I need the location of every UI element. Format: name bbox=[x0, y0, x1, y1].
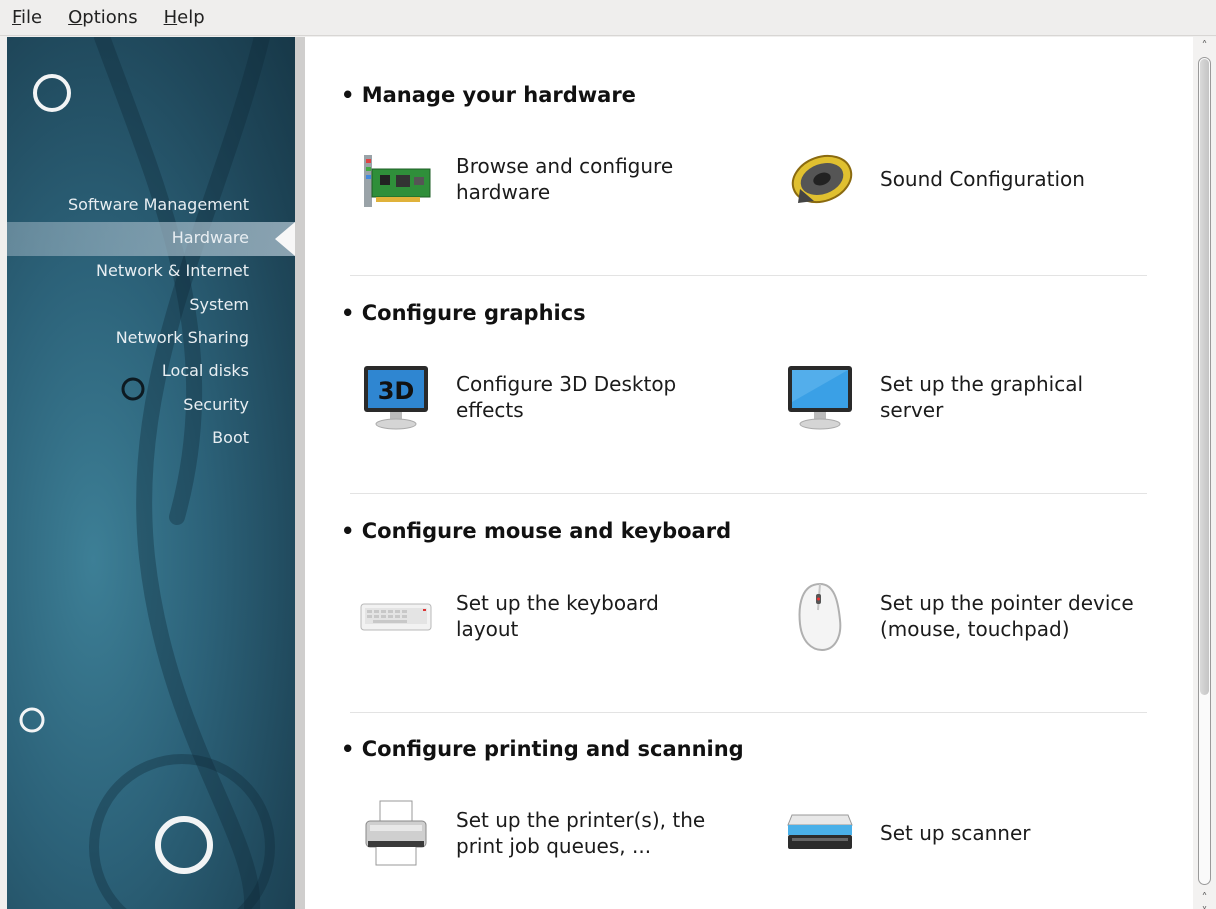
menu-file[interactable]: File bbox=[12, 7, 42, 28]
circle-decoration-icon bbox=[121, 377, 145, 401]
pci-card-icon bbox=[358, 141, 434, 217]
menu-help-label: elp bbox=[177, 7, 205, 28]
section-divider bbox=[350, 275, 1147, 276]
svg-text:3D: 3D bbox=[378, 377, 415, 405]
scanner-setup-label: Set up scanner bbox=[880, 821, 1031, 845]
menu-options-label: ptions bbox=[82, 7, 138, 28]
menu-file-mnemonic: F bbox=[12, 7, 22, 28]
scroll-track[interactable] bbox=[1198, 57, 1211, 885]
printer-setup-label: Set up the printer(s), the print job que… bbox=[456, 808, 706, 858]
scroll-thumb[interactable] bbox=[1200, 59, 1209, 695]
menu-file-label: ile bbox=[21, 7, 43, 28]
main-content: • Manage your hardware Browse and config… bbox=[305, 37, 1193, 909]
sidebar-item-local-disks[interactable]: Local disks bbox=[162, 361, 249, 380]
section-title-text: Configure graphics bbox=[361, 301, 586, 325]
monitor-icon bbox=[782, 359, 858, 435]
sidebar: Software Management Hardware Network & I… bbox=[7, 37, 295, 909]
sidebar-item-boot[interactable]: Boot bbox=[212, 428, 249, 447]
browse-hardware-button[interactable]: Browse and configure hardware bbox=[358, 141, 716, 217]
pointer-device-label: Set up the pointer device (mouse, touchp… bbox=[880, 591, 1134, 641]
sidebar-selection-highlight bbox=[7, 222, 295, 256]
sidebar-item-security[interactable]: Security bbox=[183, 395, 249, 414]
section-title-printing-scanning: • Configure printing and scanning bbox=[341, 737, 744, 761]
keyboard-icon bbox=[358, 578, 434, 654]
section-title-text: Configure mouse and keyboard bbox=[361, 519, 732, 543]
menu-options[interactable]: Options bbox=[68, 7, 137, 28]
circle-decoration-icon bbox=[19, 707, 45, 733]
keyboard-layout-button[interactable]: Set up the keyboard layout bbox=[358, 578, 716, 654]
monitor-3d-icon: 3D bbox=[358, 359, 434, 435]
chevron-down-icon[interactable]: ˄˅ bbox=[1193, 891, 1216, 909]
section-title-text: Manage your hardware bbox=[361, 83, 636, 107]
sidebar-divider bbox=[295, 37, 305, 909]
section-divider bbox=[350, 712, 1147, 713]
keyboard-layout-label: Set up the keyboard layout bbox=[456, 591, 659, 641]
graphical-server-label: Set up the graphical server bbox=[880, 372, 1084, 422]
section-title-text: Configure printing and scanning bbox=[361, 737, 744, 761]
sidebar-item-system[interactable]: System bbox=[189, 295, 249, 314]
circle-decoration-icon bbox=[155, 816, 213, 874]
printer-setup-button[interactable]: Set up the printer(s), the print job que… bbox=[358, 795, 716, 871]
sidebar-item-network-internet[interactable]: Network & Internet bbox=[96, 261, 249, 280]
chevron-up-icon[interactable]: ˄ bbox=[1193, 37, 1216, 55]
sound-configuration-label: Sound Configuration bbox=[880, 167, 1085, 191]
printer-icon bbox=[358, 795, 434, 871]
section-title-hardware: • Manage your hardware bbox=[341, 83, 636, 107]
section-divider bbox=[350, 493, 1147, 494]
menu-help[interactable]: Help bbox=[164, 7, 205, 28]
circle-decoration-icon bbox=[33, 74, 71, 112]
vertical-scrollbar[interactable]: ˄ ˄˅ bbox=[1193, 37, 1216, 909]
selection-arrow-icon bbox=[275, 222, 295, 256]
configure-3d-desktop-button[interactable]: 3D Configure 3D Desktop effects bbox=[358, 359, 716, 435]
sidebar-item-hardware[interactable]: Hardware bbox=[172, 228, 249, 247]
graphical-server-button[interactable]: Set up the graphical server bbox=[782, 359, 1140, 435]
sidebar-item-software-management[interactable]: Software Management bbox=[68, 195, 249, 214]
menu-help-mnemonic: H bbox=[163, 7, 178, 28]
sound-configuration-button[interactable]: Sound Configuration bbox=[782, 141, 1140, 217]
scanner-icon bbox=[782, 795, 858, 871]
menubar: File Options Help bbox=[0, 0, 1216, 36]
section-title-graphics: • Configure graphics bbox=[341, 301, 586, 325]
scanner-setup-button[interactable]: Set up scanner bbox=[782, 795, 1140, 871]
mouse-icon bbox=[782, 578, 858, 654]
sidebar-decoration bbox=[19, 37, 275, 909]
sidebar-item-network-sharing[interactable]: Network Sharing bbox=[116, 328, 249, 347]
browse-hardware-label: Browse and configure hardware bbox=[456, 154, 674, 204]
section-title-mouse-keyboard: • Configure mouse and keyboard bbox=[341, 519, 732, 543]
pointer-device-button[interactable]: Set up the pointer device (mouse, touchp… bbox=[782, 578, 1140, 654]
menu-options-mnemonic: O bbox=[68, 7, 83, 28]
configure-3d-desktop-label: Configure 3D Desktop effects bbox=[456, 372, 677, 422]
speaker-icon bbox=[782, 141, 858, 217]
